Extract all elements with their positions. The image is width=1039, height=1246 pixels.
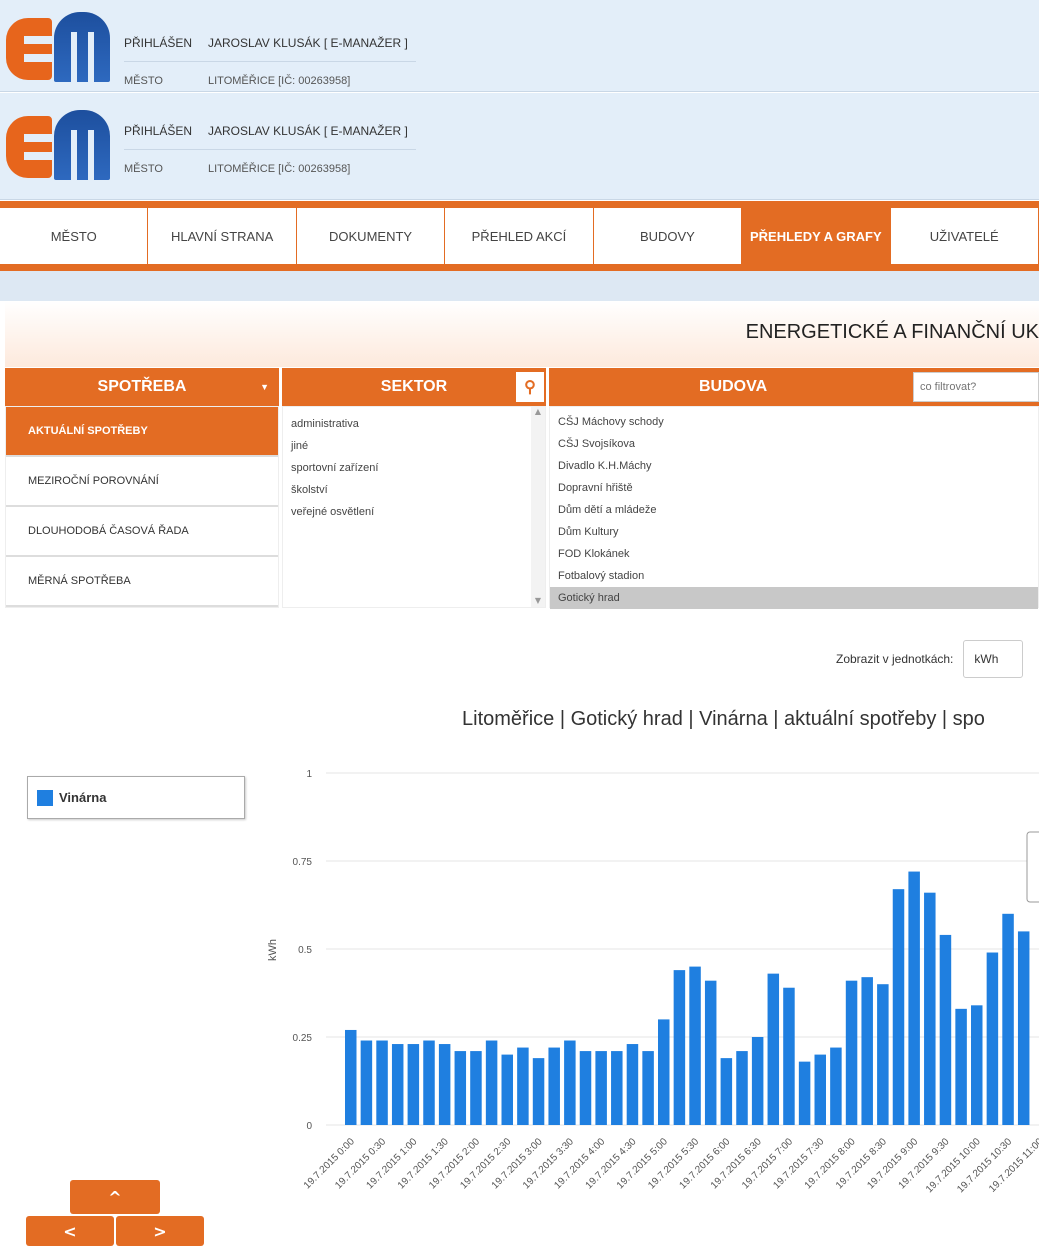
chart-bar [689,966,701,1125]
y-tick-label: 0.5 [298,945,312,956]
chart-bar [751,1037,764,1125]
chart-bar [579,1051,592,1125]
chart-bar [407,1044,420,1125]
chart-bar [955,1008,967,1125]
chart-bar [783,987,795,1125]
y-tick-label: 0 [306,1121,312,1132]
chart-bar [892,889,905,1125]
arrow-right-button[interactable]: > [116,1216,204,1246]
y-axis-label: kWh [267,939,279,961]
chart-bar [658,1019,670,1125]
chart-bar [391,1044,404,1125]
chart-bar [908,871,920,1125]
x-tick-label: 19.7.2015 10:00 [924,1136,983,1195]
chart-bar [470,1051,482,1125]
bar-chart: 00.250.50.751kWh19.7.2015 0:0019.7.2015 … [267,769,1039,1195]
chart-bar [438,1044,451,1125]
y-tick-label: 0.75 [293,857,313,868]
tooltip [1026,831,1039,903]
chart-bar [1017,931,1030,1125]
chart-bar [485,1040,498,1125]
chart-bar [595,1051,607,1125]
chart-bar [548,1047,560,1125]
chart-bar [845,980,858,1125]
chart-bar [798,1061,811,1125]
chart-bar [877,984,889,1125]
chart-bar [345,1029,357,1125]
chart-bar [924,892,936,1125]
chart-bar [611,1051,623,1125]
chart-bar [564,1040,576,1125]
navigation-arrows: ^ < > [26,1178,206,1246]
chart-bar [720,1058,733,1125]
chart-bar [971,1005,983,1125]
chart-bar [814,1054,826,1125]
chart-bar [642,1051,654,1125]
chart-bar [454,1051,467,1125]
arrow-left-button[interactable]: < [26,1216,114,1246]
chart-bar [861,977,873,1125]
chart-bar [939,934,952,1125]
chart-bar [704,980,717,1125]
chart-bar [501,1054,513,1125]
chart-bar [736,1051,748,1125]
chart-bar [423,1040,435,1125]
chart-bar [673,970,686,1125]
chart-bar [360,1040,373,1125]
y-tick-label: 0.25 [293,1033,313,1044]
chart-bar [376,1040,388,1125]
chart-bar [532,1058,545,1125]
chart-bar [767,973,780,1125]
y-tick-label: 1 [306,769,312,780]
chart-bar [986,952,999,1125]
x-tick-label: 19.7.2015 10:30 [955,1136,1014,1195]
chart-bar [830,1047,842,1125]
chart-bar [626,1044,639,1125]
chart-bar [1002,913,1014,1125]
chart-bar [517,1047,529,1125]
arrow-up-button[interactable]: ^ [70,1180,160,1214]
